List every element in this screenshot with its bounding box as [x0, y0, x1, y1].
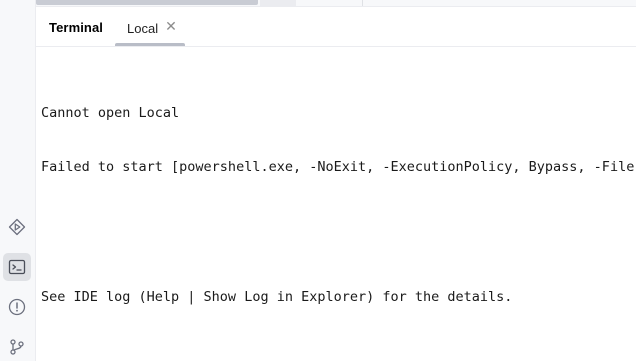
ide-window: Terminal Local ✕ Cannot open Local Faile…: [0, 0, 636, 361]
terminal-output[interactable]: Cannot open Local Failed to start [power…: [41, 72, 636, 342]
services-button[interactable]: [3, 213, 31, 241]
tab-local[interactable]: Local ✕: [115, 7, 185, 46]
terminal-line: Cannot open Local: [41, 105, 180, 121]
terminal-line: Failed to start [powershell.exe, -NoExit…: [41, 159, 636, 175]
git-icon: [10, 339, 24, 355]
services-icon: [8, 218, 26, 236]
problems-button[interactable]: [3, 293, 31, 321]
editor-tab-strip: [36, 0, 636, 7]
git-button[interactable]: [3, 333, 31, 361]
terminal-icon: [8, 259, 26, 275]
tab-label: Local: [127, 21, 159, 36]
terminal-tool-header: Terminal Local ✕: [36, 7, 636, 47]
terminal-button[interactable]: [3, 253, 31, 281]
tab-selected-indicator: [115, 43, 185, 46]
divider: [362, 0, 363, 6]
terminal-line: See IDE log (Help | Show Log in Explorer…: [41, 289, 513, 305]
editor-scroll-indicator[interactable]: [36, 0, 258, 5]
tool-window-title: Terminal: [49, 20, 104, 35]
problems-icon: [8, 298, 26, 316]
editor-tab-fragment[interactable]: [260, 0, 296, 6]
tool-window-strip: [0, 0, 36, 361]
close-icon[interactable]: ✕: [165, 19, 177, 33]
